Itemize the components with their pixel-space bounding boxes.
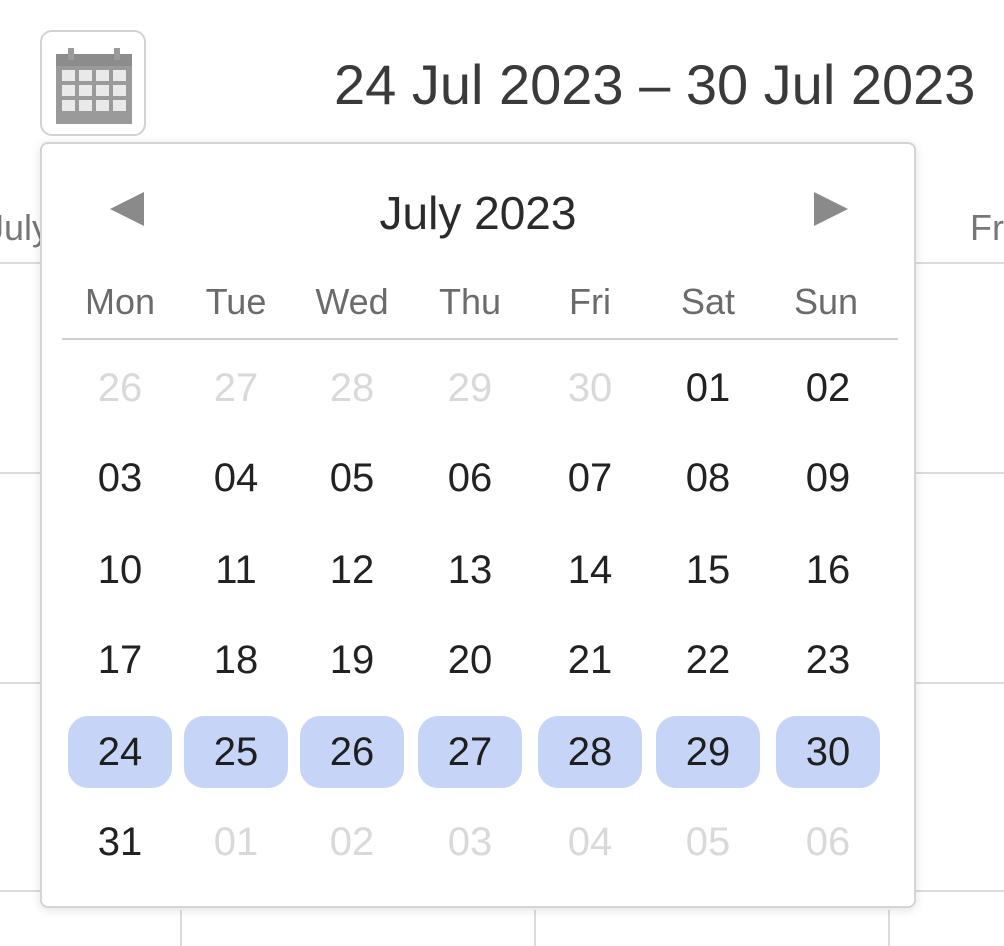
day-cell-other-month[interactable]: 03: [418, 806, 522, 878]
grid-line: [534, 910, 536, 946]
day-cell-selected[interactable]: 24: [68, 716, 172, 788]
day-cell[interactable]: 13: [418, 534, 522, 606]
day-cell[interactable]: 04: [184, 442, 288, 514]
column-header-right: Fri: [970, 207, 1004, 248]
day-cell[interactable]: 08: [656, 442, 760, 514]
date-picker-popup: July 2023 Mon Tue Wed Thu Fri Sat Sun 26…: [40, 142, 916, 908]
day-cell[interactable]: 21: [538, 624, 642, 696]
day-cell-other-month[interactable]: 29: [418, 352, 522, 424]
day-cell-other-month[interactable]: 27: [184, 352, 288, 424]
day-cell[interactable]: 10: [68, 534, 172, 606]
calendar-toggle-button[interactable]: [40, 30, 146, 136]
day-cell-selected[interactable]: 29: [656, 716, 760, 788]
day-cell[interactable]: 23: [776, 624, 880, 696]
day-cell-other-month[interactable]: 02: [300, 806, 404, 878]
day-cell[interactable]: 20: [418, 624, 522, 696]
calendar-icon: [56, 48, 132, 124]
day-cell[interactable]: 19: [300, 624, 404, 696]
day-cell[interactable]: 03: [68, 442, 172, 514]
day-cell[interactable]: 06: [418, 442, 522, 514]
day-cell[interactable]: 14: [538, 534, 642, 606]
day-cell[interactable]: 17: [68, 624, 172, 696]
day-cell[interactable]: 12: [300, 534, 404, 606]
day-cell-selected[interactable]: 25: [184, 716, 288, 788]
day-cell[interactable]: 01: [656, 352, 760, 424]
day-cell-other-month[interactable]: 06: [776, 806, 880, 878]
day-cell-selected[interactable]: 28: [538, 716, 642, 788]
day-cell-selected[interactable]: 27: [418, 716, 522, 788]
grid-line: [180, 910, 182, 946]
calendar-week-view: July Fri 24 Jul 2023: [0, 0, 1004, 946]
grid-line: [888, 910, 890, 946]
day-cell[interactable]: 02: [776, 352, 880, 424]
day-cell-other-month[interactable]: 01: [184, 806, 288, 878]
day-cell-other-month[interactable]: 28: [300, 352, 404, 424]
day-cell-other-month[interactable]: 30: [538, 352, 642, 424]
day-cell[interactable]: 05: [300, 442, 404, 514]
day-cell-other-month[interactable]: 04: [538, 806, 642, 878]
day-cell[interactable]: 22: [656, 624, 760, 696]
day-cell-other-month[interactable]: 26: [68, 352, 172, 424]
day-cell[interactable]: 11: [184, 534, 288, 606]
day-grid: 26 27 28 29 30 01 02 03 04 05 06 07 08 09 10 11 12 13 14 15…: [42, 144, 918, 910]
day-cell[interactable]: 16: [776, 534, 880, 606]
day-cell[interactable]: 09: [776, 442, 880, 514]
date-range-title: 24 Jul 2023 – 30 Jul 2023: [334, 53, 976, 116]
day-cell[interactable]: 31: [68, 806, 172, 878]
day-cell-selected[interactable]: 26: [300, 716, 404, 788]
day-cell[interactable]: 18: [184, 624, 288, 696]
day-cell-other-month[interactable]: 05: [656, 806, 760, 878]
day-cell-selected[interactable]: 30: [776, 716, 880, 788]
day-cell[interactable]: 07: [538, 442, 642, 514]
day-cell[interactable]: 15: [656, 534, 760, 606]
